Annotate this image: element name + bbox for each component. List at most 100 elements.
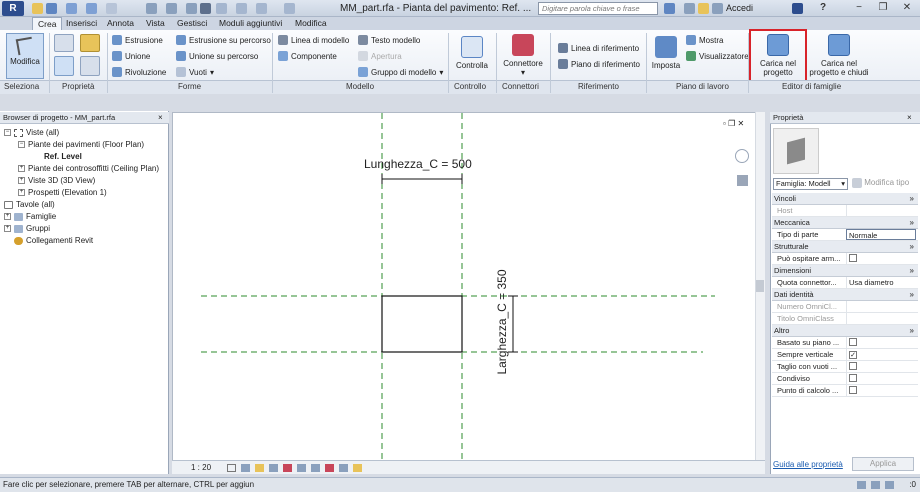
measure-icon[interactable] — [146, 3, 157, 14]
print-icon[interactable] — [106, 3, 117, 14]
expand-icon[interactable]: + — [18, 177, 25, 184]
favorites-icon[interactable] — [698, 3, 709, 14]
collapse-chevron-icon[interactable]: » — [910, 265, 914, 276]
select-underlay-icon[interactable] — [857, 481, 866, 489]
prop-row-work-plane-based[interactable]: Basato su piano ... — [772, 337, 918, 349]
sun-path-icon[interactable] — [255, 464, 264, 472]
minimize-icon[interactable]: ▫ — [723, 119, 726, 128]
view-scale[interactable]: 1 : 20 — [191, 463, 211, 472]
3d-view-icon[interactable] — [216, 3, 227, 14]
void-forms-button[interactable]: Vuoti ▾ — [176, 67, 214, 77]
viewer-button[interactable]: Visualizzatore — [686, 51, 749, 61]
thin-lines-icon[interactable] — [256, 3, 267, 14]
open-icon[interactable] — [32, 3, 43, 14]
load-into-project-and-close-button[interactable]: Carica nel progetto e chiudi — [808, 34, 870, 77]
checkbox[interactable] — [849, 362, 857, 370]
model-group-button[interactable]: Gruppo di modello ▾ — [358, 67, 443, 77]
dimension-length-label[interactable]: Lunghezza_C = 500 — [364, 157, 472, 171]
temporary-hide-icon[interactable] — [311, 464, 320, 472]
set-workplane-button[interactable]: Imposta — [650, 36, 682, 70]
redo-icon[interactable] — [86, 3, 97, 14]
reveal-hidden-icon[interactable] — [325, 464, 334, 472]
close-icon[interactable]: × — [907, 112, 912, 124]
reference-plane-button[interactable]: Piano di riferimento — [558, 59, 640, 69]
detail-level-icon[interactable] — [227, 464, 236, 472]
collapse-chevron-icon[interactable]: » — [910, 325, 914, 336]
prop-row-part-type[interactable]: Tipo di parte Normale — [772, 229, 918, 241]
expand-icon[interactable]: + — [4, 225, 11, 232]
checkbox[interactable] — [849, 338, 857, 346]
exchange-apps-icon[interactable] — [792, 3, 803, 14]
family-type-select[interactable]: Famiglia: Modell ▾ — [773, 178, 848, 190]
revolve-button[interactable]: Rivoluzione — [112, 67, 166, 77]
text-icon[interactable] — [200, 3, 211, 14]
control-button[interactable]: Controlla — [452, 36, 492, 70]
expand-icon[interactable]: + — [4, 213, 11, 220]
prop-group-identity-data[interactable]: Dati identità » — [772, 289, 918, 301]
restore-icon[interactable]: ❐ — [728, 119, 735, 128]
tree-item-ceiling-plans[interactable]: + Piante dei controsoffitti (Ceiling Plan… — [18, 163, 159, 174]
family-types-button[interactable] — [80, 34, 100, 52]
application-menu-button[interactable]: R — [2, 1, 24, 16]
prop-group-dimensions[interactable]: Dimensioni » — [772, 265, 918, 277]
filter-icon[interactable] — [885, 481, 894, 489]
extrusion-button[interactable]: Estrusione — [112, 35, 163, 45]
prop-row-can-host-rebar[interactable]: Può ospitare arm... — [772, 253, 918, 265]
prop-row-always-vertical[interactable]: Sempre verticale ✓ — [772, 349, 918, 361]
select-links-icon[interactable] — [871, 481, 880, 489]
save-icon[interactable] — [46, 3, 57, 14]
modify-button[interactable]: Modifica — [6, 33, 44, 79]
tree-item-3d-views[interactable]: + Viste 3D (3D View) — [18, 175, 95, 186]
prop-row-cut-with-voids[interactable]: Taglio con vuoti ... — [772, 361, 918, 373]
collapse-chevron-icon[interactable]: » — [910, 241, 914, 252]
collapse-icon[interactable]: − — [4, 129, 11, 136]
view-window-controls[interactable]: ▫ ❐ ✕ — [723, 119, 744, 128]
tab-annota[interactable]: Annota — [102, 17, 139, 30]
tree-item-revit-links[interactable]: Collegamenti Revit — [14, 235, 93, 246]
undo-icon[interactable] — [66, 3, 77, 14]
sign-in-button[interactable]: Accedi — [726, 3, 753, 13]
checkbox-checked[interactable]: ✓ — [849, 351, 857, 359]
close-icon[interactable]: ✕ — [737, 119, 744, 128]
collapse-chevron-icon[interactable]: » — [910, 217, 914, 228]
tab-inserisci[interactable]: Inserisci — [61, 17, 102, 30]
tree-item-families[interactable]: + Famiglie — [4, 211, 56, 222]
crop-view-icon[interactable] — [283, 464, 292, 472]
tab-crea[interactable]: Crea — [32, 17, 63, 30]
tab-vista[interactable]: Vista — [141, 17, 170, 30]
tab-gestisci[interactable]: Gestisci — [172, 17, 212, 30]
show-crop-icon[interactable] — [297, 464, 306, 472]
apply-button[interactable]: Applica — [852, 457, 914, 471]
user-icon[interactable] — [712, 3, 723, 14]
expand-icon[interactable]: + — [18, 189, 25, 196]
prop-row-shared[interactable]: Condiviso — [772, 373, 918, 385]
analytical-model-icon[interactable] — [339, 464, 348, 472]
scrollbar-thumb[interactable] — [756, 280, 764, 292]
collapse-chevron-icon[interactable]: » — [910, 193, 914, 204]
prop-group-constraints[interactable]: Vincoli » — [772, 193, 918, 205]
shadows-icon[interactable] — [269, 464, 278, 472]
zoom-icon[interactable] — [737, 175, 748, 186]
model-line-button[interactable]: Linea di modello — [278, 35, 349, 45]
tree-item-groups[interactable]: + Gruppi — [4, 223, 50, 234]
restore-icon[interactable]: ❐ — [872, 1, 894, 15]
search-input[interactable]: Digitare parola chiave o frase — [538, 2, 658, 15]
checkbox[interactable] — [849, 374, 857, 382]
show-workplane-button[interactable]: Mostra — [686, 35, 723, 45]
tag-icon[interactable] — [186, 3, 197, 14]
properties-button[interactable] — [54, 56, 74, 76]
collapse-chevron-icon[interactable]: » — [910, 289, 914, 300]
subscription-icon[interactable] — [684, 3, 695, 14]
panel-label-select[interactable]: Seleziona — [4, 82, 39, 91]
extrusion-sketch-rectangle[interactable] — [381, 295, 463, 353]
switch-windows-icon[interactable] — [284, 3, 295, 14]
tree-item-floor-plans[interactable]: − Piante dei pavimenti (Floor Plan) — [18, 139, 144, 150]
drawing-area[interactable]: Lunghezza_C = 500 Larghezza_C = 350 ▫ ❐ … — [172, 112, 765, 474]
dimension-icon[interactable] — [166, 3, 177, 14]
prop-row-omniclass-number[interactable]: Numero OmniCl... — [772, 301, 918, 313]
component-button[interactable]: Componente — [278, 51, 337, 61]
search-icon[interactable] — [664, 3, 675, 14]
prop-row-host[interactable]: Host — [772, 205, 918, 217]
tab-moduli-aggiuntivi[interactable]: Moduli aggiuntivi — [214, 17, 287, 30]
checkbox[interactable] — [849, 386, 857, 394]
